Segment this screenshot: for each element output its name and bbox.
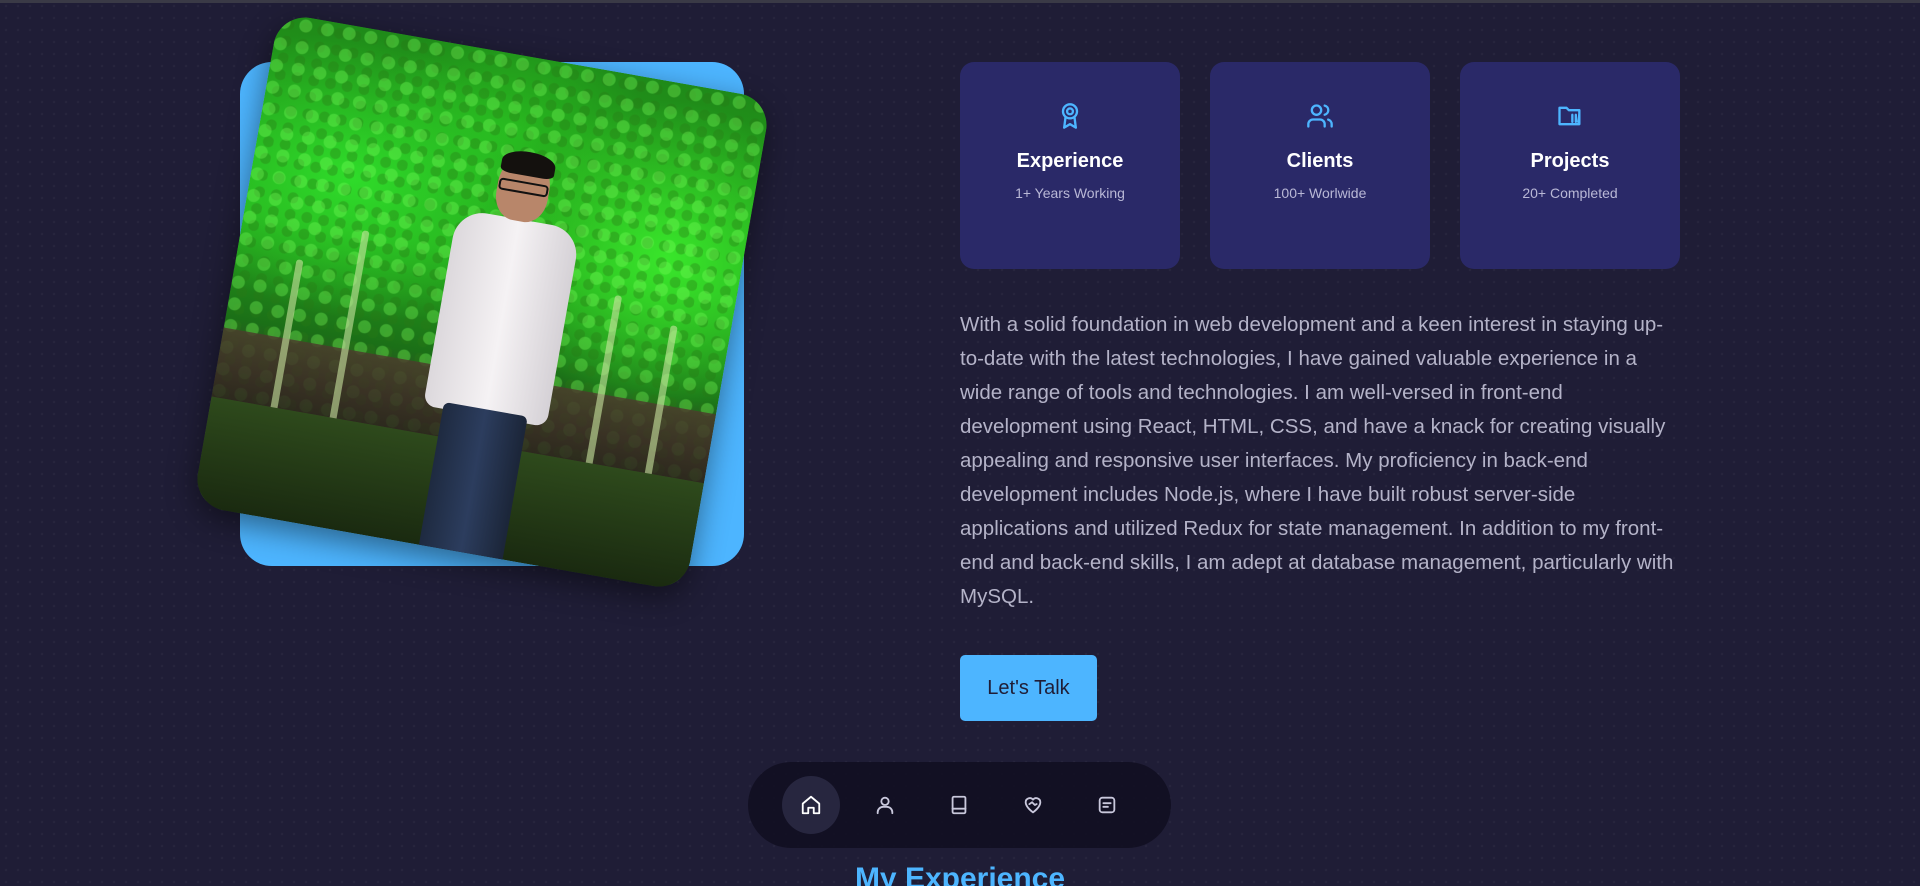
- nav-item-contact[interactable]: [1078, 776, 1136, 834]
- user-icon: [876, 796, 894, 815]
- heart-handshake-icon: [1024, 797, 1042, 814]
- lets-talk-button[interactable]: Let's Talk: [960, 655, 1097, 721]
- nav-item-home[interactable]: [782, 776, 840, 834]
- about-paragraph: With a solid foundation in web developme…: [960, 313, 1674, 608]
- stat-title: Experience: [1016, 150, 1124, 172]
- bottom-nav: [748, 762, 1171, 848]
- book-icon: [951, 795, 967, 815]
- folder-icon: [1558, 106, 1581, 126]
- users-icon: [1307, 104, 1333, 128]
- stat-subtitle: 1+ Years Working: [1015, 185, 1125, 201]
- stat-subtitle: 20+ Completed: [1522, 185, 1618, 201]
- stat-card-experience: Experience 1+ Years Working: [960, 62, 1180, 269]
- stat-title: Clients: [1286, 150, 1354, 172]
- home-icon: [801, 795, 821, 815]
- stat-card-projects: Projects 20+ Completed: [1460, 62, 1680, 269]
- message-icon: [1098, 796, 1116, 814]
- stat-subtitle: 100+ Worlwide: [1273, 185, 1367, 201]
- nav-item-experience[interactable]: [930, 776, 988, 834]
- section-title-experience: My Experience: [854, 862, 1066, 886]
- nav-item-services[interactable]: [1004, 776, 1062, 834]
- nav-item-about[interactable]: [856, 776, 914, 834]
- stat-card-clients: Clients 100+ Worlwide: [1210, 62, 1430, 269]
- stat-title: Projects: [1530, 150, 1610, 172]
- award-icon: [1061, 103, 1079, 129]
- browser-top-border: [0, 0, 1920, 3]
- profile-photo: [192, 12, 772, 592]
